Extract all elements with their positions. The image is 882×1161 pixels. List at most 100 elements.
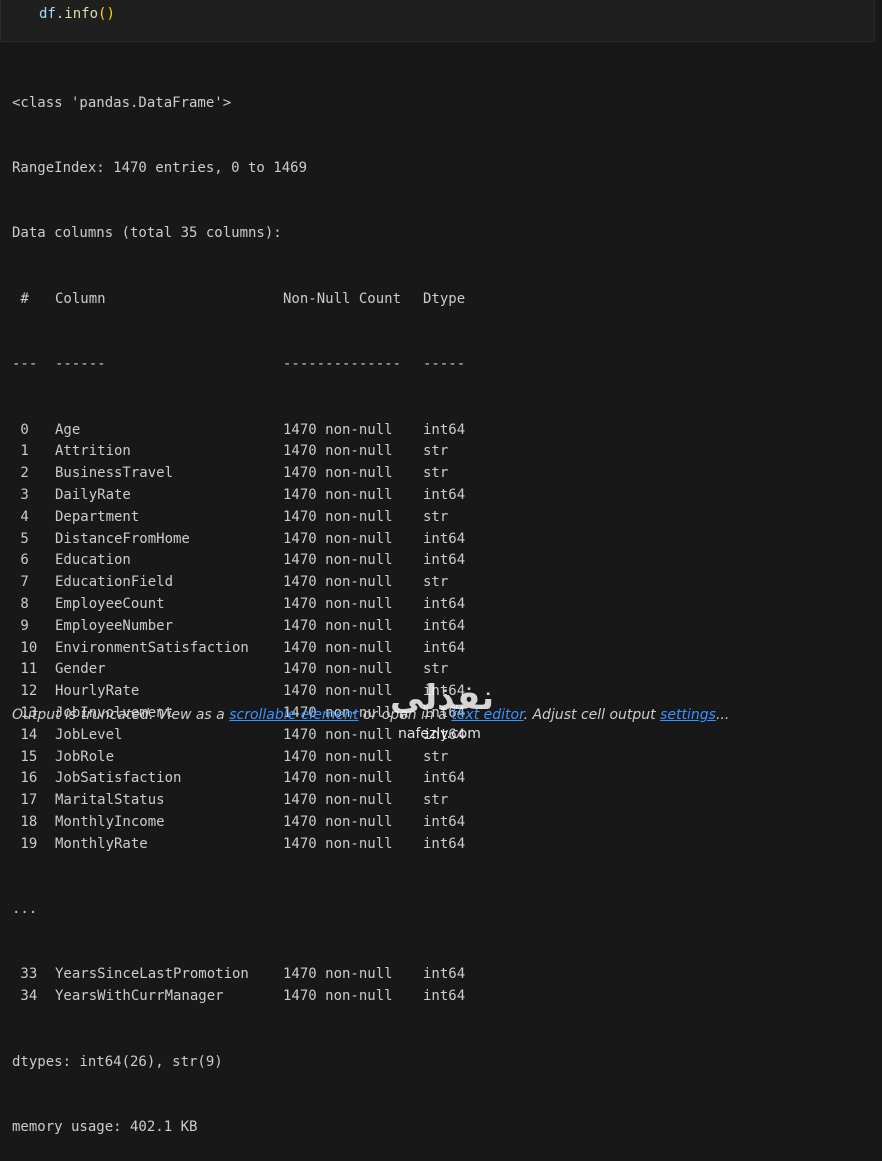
row-count: 1470 non-null: [283, 966, 393, 983]
row-dtype: str: [423, 443, 449, 460]
table-row: 10 EnvironmentSatisfaction 1470 non-null in…: [12, 638, 465, 660]
row-num: 18: [12, 813, 38, 830]
row-num: 5: [12, 530, 29, 547]
truncation-prefix: Output is truncated. View as a: [12, 707, 230, 723]
output-ellipsis: ...: [12, 901, 38, 918]
row-column: MaritalStatus: [55, 792, 165, 809]
row-column: EducationField: [55, 574, 174, 591]
row-dtype: int64: [423, 617, 466, 634]
row-dtype: int64: [423, 726, 466, 743]
row-column: Department: [55, 508, 140, 525]
code-function: info: [64, 6, 99, 22]
table-row: 17 MaritalStatus 1470 non-null str: [12, 790, 465, 812]
row-column: YearsSinceLastPromotion: [55, 966, 249, 983]
row-column: EmployeeCount: [55, 595, 165, 612]
row-num: 4: [12, 508, 29, 525]
row-dtype: int64: [423, 486, 466, 503]
row-column: BusinessTravel: [55, 465, 174, 482]
row-num: 17: [12, 792, 38, 809]
row-count: 1470 non-null: [283, 748, 393, 765]
row-dtype: str: [423, 465, 449, 482]
row-dtype: str: [423, 508, 449, 525]
separator-dtype: -----: [423, 356, 466, 373]
table-separator: --- ------ -------------- -----: [12, 354, 465, 376]
row-column: JobRole: [55, 748, 115, 765]
header-num: #: [12, 290, 29, 307]
scrollable-element-link[interactable]: scrollable element: [229, 707, 358, 723]
row-dtype: int64: [423, 770, 466, 787]
row-dtype: str: [423, 792, 449, 809]
row-num: 0: [12, 421, 29, 438]
row-column: EmployeeNumber: [55, 617, 174, 634]
table-row: 6 Education 1470 non-null int64: [12, 550, 465, 572]
row-num: 16: [12, 770, 38, 787]
row-num: 15: [12, 748, 38, 765]
row-dtype: int64: [423, 595, 466, 612]
output-data-columns: Data columns (total 35 columns):: [12, 225, 282, 242]
table-row: 11 Gender 1470 non-null str: [12, 659, 465, 681]
row-count: 1470 non-null: [283, 530, 393, 547]
row-num: 3: [12, 486, 29, 503]
row-dtype: int64: [423, 552, 466, 569]
row-column: JobSatisfaction: [55, 770, 182, 787]
row-column: Gender: [55, 661, 106, 678]
settings-link[interactable]: settings: [660, 707, 716, 723]
row-count: 1470 non-null: [283, 508, 393, 525]
code-cell[interactable]: df.info(): [0, 0, 875, 42]
row-count: 1470 non-null: [283, 595, 393, 612]
table-row: 12 HourlyRate 1470 non-null int64: [12, 681, 465, 703]
row-dtype: str: [423, 748, 449, 765]
output-class-line: <class 'pandas.DataFrame'>: [12, 94, 232, 111]
row-num: 7: [12, 574, 29, 591]
separator-num: ---: [12, 356, 38, 373]
row-column: EnvironmentSatisfaction: [55, 639, 249, 656]
table-header: # Column Non-Null Count Dtype: [12, 289, 465, 311]
separator-column: ------: [55, 356, 106, 373]
code-line[interactable]: df.info(): [39, 4, 115, 24]
table-tail-rows: 33 YearsSinceLastPromotion 1470 non-null in…: [12, 964, 465, 1008]
row-dtype: int64: [423, 683, 466, 700]
output-memory: memory usage: 402.1 KB: [12, 1119, 198, 1136]
row-count: 1470 non-null: [283, 661, 393, 678]
truncation-suffix: ...: [715, 707, 730, 723]
row-num: 1: [12, 443, 29, 460]
code-parens: (): [98, 6, 115, 22]
row-num: 19: [12, 835, 38, 852]
output-dtypes: dtypes: int64(26), str(9): [12, 1053, 223, 1070]
row-num: 33: [12, 966, 38, 983]
row-num: 34: [12, 988, 38, 1005]
row-dtype: int64: [423, 421, 466, 438]
row-column: DailyRate: [55, 486, 131, 503]
table-row: 18 MonthlyIncome 1470 non-null int64: [12, 812, 465, 834]
table-row: 5 DistanceFromHome 1470 non-null int64: [12, 529, 465, 551]
text-editor-link[interactable]: text editor: [451, 707, 523, 723]
row-dtype: int64: [423, 966, 466, 983]
row-num: 2: [12, 465, 29, 482]
row-count: 1470 non-null: [283, 486, 393, 503]
table-row: 16 JobSatisfaction 1470 non-null int64: [12, 768, 465, 790]
row-count: 1470 non-null: [283, 726, 393, 743]
row-count: 1470 non-null: [283, 813, 393, 830]
row-count: 1470 non-null: [283, 988, 393, 1005]
row-count: 1470 non-null: [283, 465, 393, 482]
table-row: 15 JobRole 1470 non-null str: [12, 747, 465, 769]
row-dtype: int64: [423, 639, 466, 656]
separator-count: --------------: [283, 356, 402, 373]
table-row: 4 Department 1470 non-null str: [12, 507, 465, 529]
row-num: 9: [12, 617, 29, 634]
row-num: 12: [12, 683, 38, 700]
row-num: 14: [12, 726, 38, 743]
table-rows: 0 Age 1470 non-null int64 1 Attrition 1470 no…: [12, 420, 465, 856]
truncation-middle2: . Adjust cell output: [523, 707, 661, 723]
row-dtype: str: [423, 574, 449, 591]
header-count: Non-Null Count: [283, 290, 402, 307]
table-row: 2 BusinessTravel 1470 non-null str: [12, 463, 465, 485]
row-count: 1470 non-null: [283, 835, 393, 852]
table-row: 0 Age 1470 non-null int64: [12, 420, 465, 442]
row-count: 1470 non-null: [283, 617, 393, 634]
header-dtype: Dtype: [423, 290, 466, 307]
row-column: YearsWithCurrManager: [55, 988, 224, 1005]
row-column: DistanceFromHome: [55, 530, 190, 547]
row-column: Education: [55, 552, 131, 569]
row-count: 1470 non-null: [283, 639, 393, 656]
